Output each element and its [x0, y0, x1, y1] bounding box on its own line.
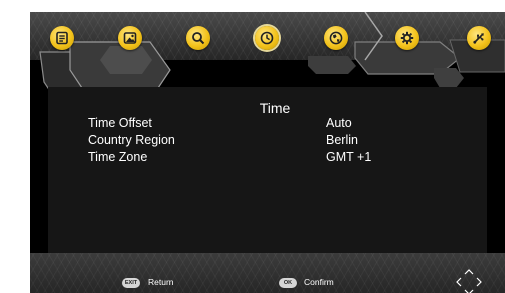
tv-menu-screen: Time Time Offset Auto Country Region Ber…: [0, 0, 505, 293]
setting-row-time-offset[interactable]: Time Offset Auto: [88, 116, 468, 132]
setting-row-time-zone[interactable]: Time Zone GMT +1: [88, 150, 468, 166]
setting-label: Country Region: [88, 133, 175, 147]
setting-row-country-region[interactable]: Country Region Berlin: [88, 133, 468, 149]
ok-key-badge: OK: [279, 278, 297, 288]
setting-label: Time Zone: [88, 150, 148, 164]
list-icon[interactable]: [50, 26, 74, 50]
four-arrows-icon[interactable]: [456, 269, 482, 293]
setting-value: GMT +1: [326, 150, 372, 164]
setting-value: Auto: [326, 116, 352, 130]
picture-icon[interactable]: [118, 26, 142, 50]
confirm-hint-label: Confirm: [304, 277, 334, 287]
search-icon[interactable]: [186, 26, 210, 50]
exit-key-badge: EXIT: [122, 278, 140, 288]
clock-icon[interactable]: [255, 26, 279, 50]
setting-value: Berlin: [326, 133, 358, 147]
setting-label: Time Offset: [88, 116, 152, 130]
page-title: Time: [259, 100, 291, 116]
gear-icon[interactable]: [395, 26, 419, 50]
bottom-hint-bar: EXIT Return OK Confirm: [30, 253, 505, 293]
return-hint-label: Return: [148, 277, 174, 287]
globe-icon[interactable]: [324, 26, 348, 50]
menu-window: Time Time Offset Auto Country Region Ber…: [30, 12, 505, 293]
usb-icon[interactable]: [467, 26, 491, 50]
